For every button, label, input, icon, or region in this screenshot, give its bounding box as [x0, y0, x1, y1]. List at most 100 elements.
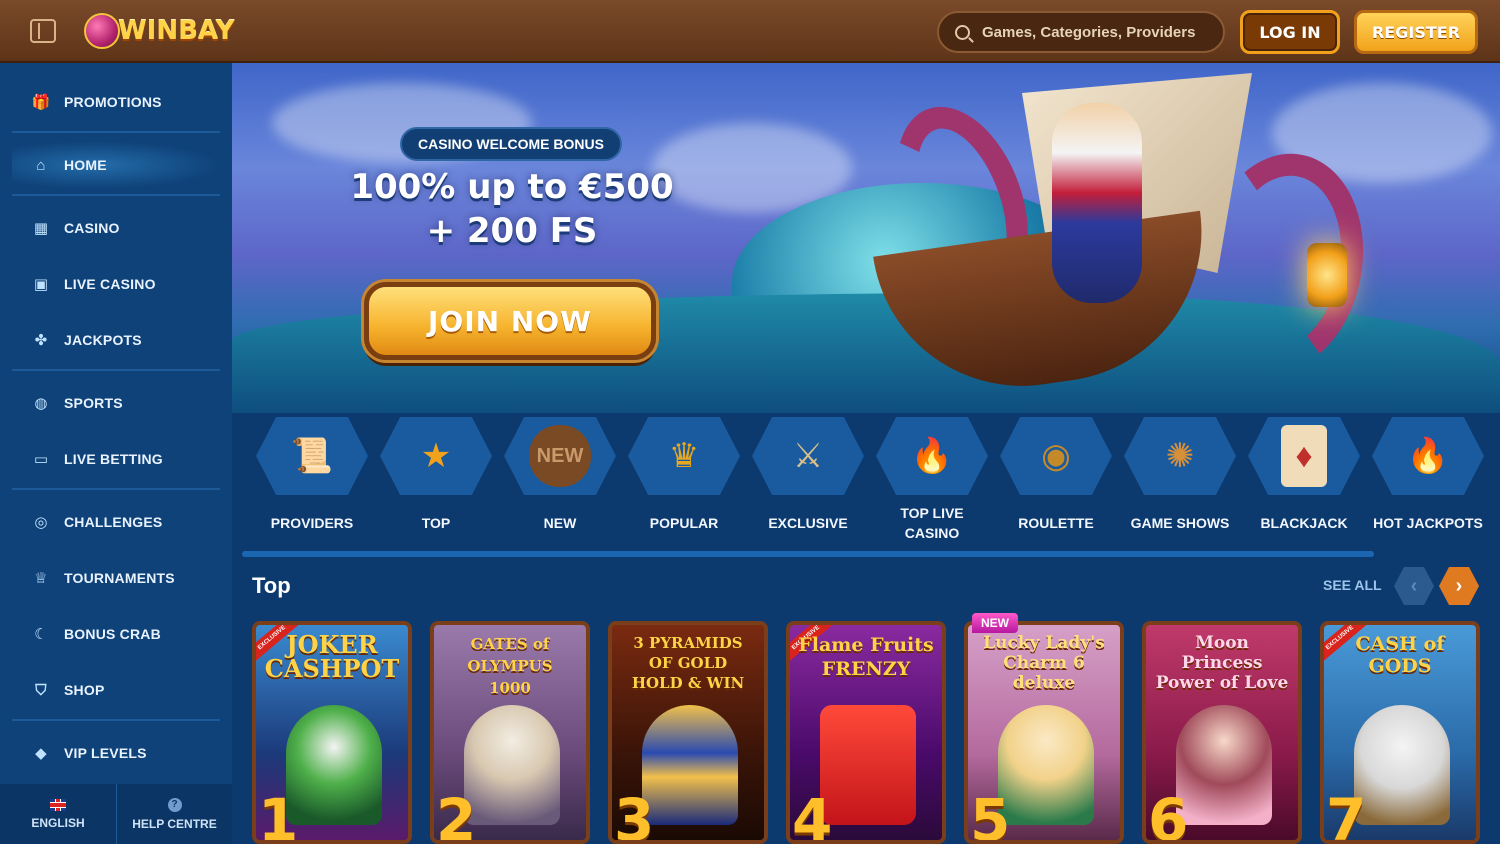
- sidebar-item-promotions[interactable]: 🎁 PROMOTIONS: [12, 78, 220, 126]
- game-rank: 6: [1148, 786, 1189, 844]
- category-top[interactable]: ★ TOP: [374, 417, 498, 557]
- game-art: [998, 705, 1094, 825]
- game-title: CASH of GODS: [1355, 633, 1445, 677]
- join-now-button[interactable]: JOIN NOW: [364, 282, 656, 360]
- main-content: CASINO WELCOME BONUS 100% up to €500 + 2…: [232, 63, 1500, 844]
- section-title: Top: [252, 573, 291, 598]
- game-art: [1176, 705, 1272, 825]
- game-card[interactable]: Moon Princess Power of Love 6: [1142, 621, 1302, 844]
- sidebar-item-label: CHALLENGES: [64, 514, 163, 530]
- game-rank: 4: [792, 786, 833, 844]
- category-scrollbar[interactable]: [242, 551, 1374, 557]
- slot-machine-icon: ▦: [33, 220, 49, 237]
- hero-banner[interactable]: CASINO WELCOME BONUS 100% up to €500 + 2…: [232, 63, 1500, 413]
- bonus-headline: 100% up to €500: [350, 167, 674, 207]
- sidebar-toggle-icon[interactable]: [30, 19, 56, 43]
- search-icon: [955, 24, 970, 40]
- sidebar-divider: [12, 369, 220, 371]
- game-card[interactable]: 3 PYRAMIDS OF GOLD HOLD & WIN 3: [608, 621, 768, 844]
- register-button[interactable]: REGISTER: [1354, 10, 1478, 54]
- live-badge-icon: ▭: [33, 451, 49, 468]
- game-card[interactable]: EXCLUSIVE Flame Fruits FRENZY 4: [786, 621, 946, 844]
- category-exclusive[interactable]: ⚔ EXCLUSIVE: [746, 417, 870, 557]
- category-badge: 🔥: [1372, 417, 1484, 495]
- wheel-icon: ✺: [1165, 437, 1195, 475]
- category-new[interactable]: NEW NEW: [498, 417, 622, 557]
- category-roulette[interactable]: ◉ ROULETTE: [994, 417, 1118, 557]
- search-input[interactable]: [982, 23, 1212, 41]
- search-box[interactable]: [937, 11, 1225, 53]
- sidebar-item-label: VIP LEVELS: [64, 745, 147, 761]
- game-art: [464, 705, 560, 825]
- category-badge: ♛: [628, 417, 740, 495]
- game-title: Flame Fruits FRENZY: [798, 634, 934, 680]
- carousel-prev-button[interactable]: ‹: [1394, 567, 1434, 605]
- game-rank: 1: [258, 786, 299, 844]
- logo-text: WINBAY: [118, 16, 235, 46]
- category-bar: 📜 PROVIDERS ★ TOP NEW NEW ♛ POPULAR ⚔ EX…: [232, 413, 1500, 561]
- language-selector[interactable]: ENGLISH: [0, 784, 116, 844]
- carousel-next-button[interactable]: ›: [1439, 567, 1479, 605]
- category-badge: ◉: [1000, 417, 1112, 495]
- sidebar-item-label: HOME: [64, 157, 107, 173]
- game-title: Lucky Lady's Charm 6 deluxe: [983, 633, 1105, 693]
- scroll-icon: 📜: [290, 437, 334, 475]
- sidebar-item-sports[interactable]: ◍ SPORTS: [12, 379, 220, 427]
- category-label: GAME SHOWS: [1130, 515, 1230, 531]
- sidebar-item-tournaments[interactable]: ♕ TOURNAMENTS: [12, 554, 220, 602]
- game-title: GATES of OLYMPUS 1000: [467, 635, 553, 697]
- game-title: JOKER CASHPOT: [264, 630, 400, 683]
- game-card[interactable]: Lucky Lady's Charm 6 deluxe 5: [964, 621, 1124, 844]
- category-providers[interactable]: 📜 PROVIDERS: [250, 417, 374, 557]
- category-blackjack[interactable]: ♦ BLACKJACK: [1242, 417, 1366, 557]
- top-header: WINBAY LOG IN REGISTER: [0, 0, 1500, 63]
- bonus-subline: + 200 FS: [426, 211, 598, 251]
- game-card[interactable]: EXCLUSIVE JOKER CASHPOT 1: [252, 621, 412, 844]
- game-card[interactable]: GATES of OLYMPUS 1000 2: [430, 621, 590, 844]
- sidebar-item-casino[interactable]: ▦ CASINO: [12, 204, 220, 252]
- live-casino-icon: ▣: [33, 276, 49, 293]
- category-label: POPULAR: [649, 515, 719, 531]
- sidebar-item-challenges[interactable]: ◎ CHALLENGES: [12, 498, 220, 546]
- sidebar-item-label: CASINO: [64, 220, 120, 236]
- sidebar-item-live-casino[interactable]: ▣ LIVE CASINO: [12, 260, 220, 308]
- category-label: ROULETTE: [1018, 515, 1094, 531]
- sidebar-item-jackpots[interactable]: ✤ JACKPOTS: [12, 316, 220, 364]
- help-centre-link[interactable]: ? HELP CENTRE: [116, 784, 232, 844]
- game-art: [286, 705, 382, 825]
- basket-icon: ⛉: [35, 681, 47, 699]
- category-label: BLACKJACK: [1260, 515, 1348, 531]
- star-icon: ★: [420, 437, 452, 475]
- top-games-carousel: NEW EXCLUSIVE JOKER CASHPOT 1 GATES of O…: [252, 613, 1492, 844]
- sidebar-item-vip-levels[interactable]: ◆ VIP LEVELS: [12, 729, 220, 777]
- chevron-right-icon: ›: [1455, 574, 1463, 597]
- category-badge: 📜: [256, 417, 368, 495]
- gift-icon: 🎁: [31, 94, 51, 111]
- ball-icon: ◍: [34, 395, 48, 412]
- category-game-shows[interactable]: ✺ GAME SHOWS: [1118, 417, 1242, 557]
- category-top-live-casino[interactable]: 🔥 TOP LIVE CASINO: [870, 417, 994, 557]
- game-title: Moon Princess Power of Love: [1155, 633, 1289, 693]
- torch-icon: 🔥: [910, 437, 954, 475]
- sidebar-item-live-betting[interactable]: ▭ LIVE BETTING: [12, 435, 220, 483]
- sidebar-item-home[interactable]: ⌂ HOME: [12, 141, 220, 189]
- lantern-illustration: [1307, 243, 1347, 307]
- category-hot-jackpots[interactable]: 🔥 HOT JACKPOTS: [1366, 417, 1490, 557]
- category-label: PROVIDERS: [270, 515, 354, 531]
- sidebar-item-shop[interactable]: ⛉ SHOP: [12, 666, 220, 714]
- sidebar-item-label: JACKPOTS: [64, 332, 142, 348]
- fire-icon: 🔥: [1406, 437, 1450, 475]
- home-icon: ⌂: [36, 156, 46, 174]
- sidebar-item-label: SPORTS: [64, 395, 123, 411]
- game-card[interactable]: EXCLUSIVE CASH of GODS 7: [1320, 621, 1480, 844]
- sidebar-item-bonus-crab[interactable]: ☾ BONUS CRAB: [12, 610, 220, 658]
- see-all-link[interactable]: SEE ALL: [1323, 577, 1382, 593]
- category-popular[interactable]: ♛ POPULAR: [622, 417, 746, 557]
- logo[interactable]: WINBAY: [84, 8, 234, 54]
- sidebar-item-label: BONUS CRAB: [64, 626, 161, 642]
- sidebar-item-label: LIVE CASINO: [64, 276, 156, 292]
- login-button[interactable]: LOG IN: [1240, 10, 1340, 54]
- sidebar-item-label: PROMOTIONS: [64, 94, 162, 110]
- game-title: 3 PYRAMIDS OF GOLD HOLD & WIN: [631, 634, 745, 692]
- logo-ball-icon: [84, 13, 120, 49]
